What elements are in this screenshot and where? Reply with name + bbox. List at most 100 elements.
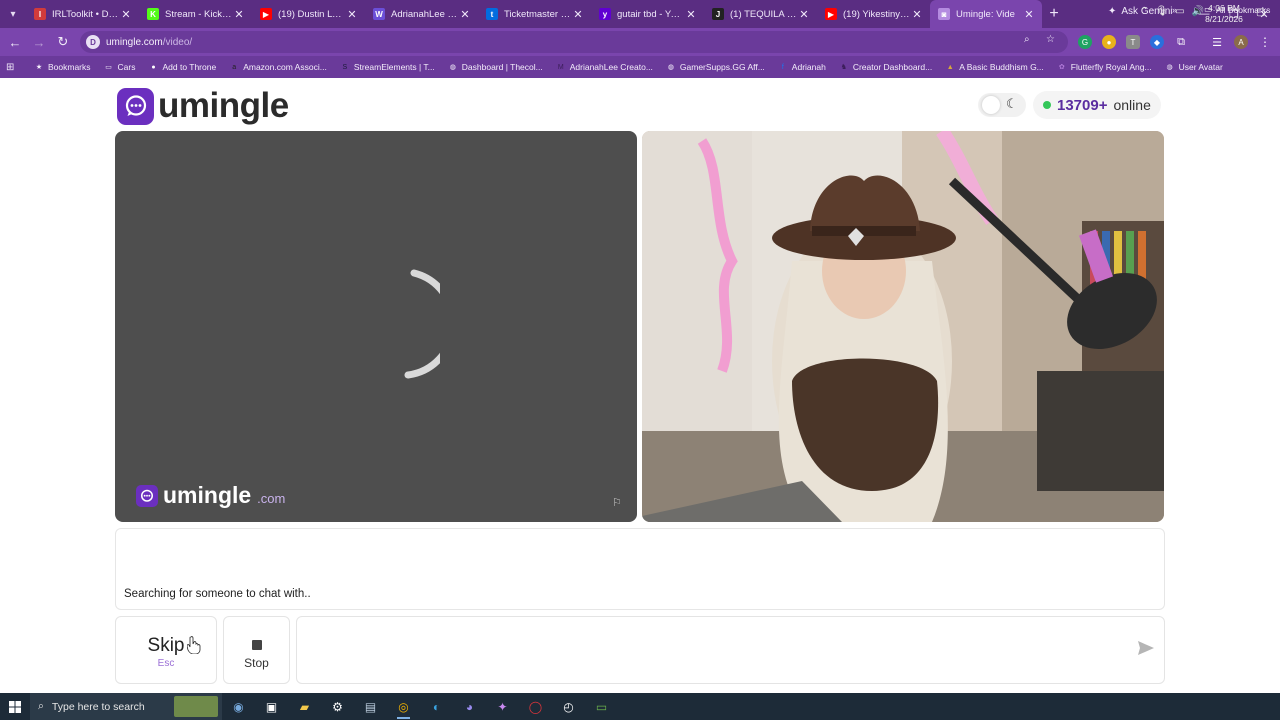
back-arrow-icon[interactable]: ← — [3, 30, 27, 54]
opera-icon[interactable]: ◯ — [519, 693, 552, 720]
bookmark-label: Adrianah — [791, 62, 826, 72]
browser-tab[interactable]: J (1) TEQUILA CHOI✕ — [704, 0, 817, 28]
speed-test-icon[interactable]: ◴ — [552, 693, 585, 720]
watermark-domain: .com — [257, 491, 286, 506]
discord-icon[interactable]: ◕ — [453, 693, 486, 720]
moon-icon: ☾ — [1006, 96, 1018, 111]
bookmark-item[interactable]: ◍ Dashboard | Thecol... — [448, 62, 543, 72]
grammarly-extension-icon[interactable]: G — [1078, 35, 1092, 49]
bookmark-item[interactable]: f Adrianah — [778, 62, 826, 72]
bookmarks-bar: ⊞ ★ Bookmarks ▭ Cars ● Add to Throne a Amazon.c… — [0, 56, 1280, 78]
chrome-taskbar-icon[interactable]: ◎ — [387, 693, 420, 720]
creator-icon: ♞ — [840, 64, 847, 71]
browser-tab[interactable]: y gutair tbd - Yahoo✕ — [591, 0, 704, 28]
windows-start-icon[interactable] — [0, 693, 30, 720]
forward-arrow-icon[interactable]: → — [27, 30, 51, 54]
new-tab-button[interactable]: + — [1042, 5, 1066, 23]
tab-favicon-icon: I — [34, 8, 46, 20]
dark-mode-toggle[interactable]: ☾ — [978, 93, 1026, 117]
windows-taskbar: ⌕ Type here to search ◉ ▣ ▰ ⚙ ▤ ◎ ◐ ◕ ✦ … — [0, 693, 1280, 720]
app-window-icon[interactable]: ▤ — [354, 693, 387, 720]
task-view-icon[interactable]: ▣ — [255, 693, 288, 720]
blue-extension-icon[interactable]: ◆ — [1150, 35, 1164, 49]
star-icon: ★ — [35, 64, 43, 71]
hand-cursor-icon — [187, 636, 201, 654]
bookmark-star-icon[interactable]: ☆ — [1046, 34, 1055, 45]
message-input[interactable] — [307, 639, 1127, 663]
send-icon[interactable] — [1138, 641, 1154, 655]
copilot-pro-icon[interactable]: ✦ — [486, 693, 519, 720]
browser-tab[interactable]: ▶ (19) Dustin Lynch ✕ — [252, 0, 365, 28]
browser-tab[interactable]: W AdrianahLee - Wis✕ — [365, 0, 478, 28]
taskbar-search-placeholder: Type here to search — [51, 700, 145, 713]
skip-button[interactable]: Skip Esc — [115, 616, 217, 684]
tab-close-icon[interactable]: ✕ — [684, 8, 698, 21]
apps-grid-icon[interactable]: ⊞ — [6, 62, 22, 73]
bookmark-item[interactable]: ◍ User Avatar — [1165, 62, 1223, 72]
bookmark-item[interactable]: ♞ Creator Dashboard... — [839, 62, 933, 72]
skip-shortcut-hint: Esc — [157, 658, 175, 669]
watermark-chat-icon — [136, 484, 158, 507]
tab-close-icon[interactable]: ✕ — [232, 8, 246, 21]
throne-icon: ● — [151, 63, 156, 71]
browser-tab[interactable]: ◙ Umingle: Vide ✕ — [930, 0, 1042, 28]
file-explorer-icon[interactable]: ▰ — [288, 693, 321, 720]
url-text: umingle.com/video/ — [106, 37, 192, 48]
tab-close-icon[interactable]: ✕ — [797, 8, 811, 21]
bookmark-item[interactable]: ✿ Flutterfly Royal Ang... — [1057, 62, 1152, 72]
extensions-puzzle-icon[interactable]: ⧉ — [1174, 35, 1188, 49]
tab-close-icon[interactable]: ✕ — [458, 8, 472, 21]
browser-menu-icon[interactable]: ⋮ — [1258, 35, 1272, 49]
site-info-icon[interactable]: D — [86, 35, 100, 49]
taskbar-clock[interactable]: 4:06 PM 8/21/2026 — [1200, 3, 1248, 25]
tab-close-icon[interactable]: ✕ — [345, 8, 359, 21]
settings-gear-icon[interactable]: ⚙ — [321, 693, 354, 720]
bookmark-item[interactable]: ▭ Cars — [104, 62, 135, 72]
terminal-icon[interactable]: ▭ — [585, 693, 618, 720]
tab-close-icon[interactable]: ✕ — [1022, 8, 1036, 21]
tab-close-icon[interactable]: ✕ — [119, 8, 133, 21]
bookmark-item[interactable]: S StreamElements | T... — [340, 62, 434, 72]
umingle-logo[interactable]: umingle — [117, 86, 289, 126]
reload-icon[interactable]: ↻ — [51, 30, 75, 54]
coin-extension-icon[interactable]: ● — [1102, 35, 1116, 49]
tab-close-icon[interactable]: ✕ — [910, 8, 924, 21]
notifications-icon[interactable]: ▢ — [1256, 7, 1265, 18]
bookmark-label: A Basic Buddhism G... — [959, 62, 1044, 72]
report-flag-icon[interactable]: ⚐ — [612, 496, 622, 509]
microphone-icon[interactable]: 🎙 — [1155, 6, 1168, 17]
browser-tab[interactable]: ▶ (19) Yikestiny - Yo✕ — [817, 0, 930, 28]
copilot-icon[interactable]: ◉ — [222, 693, 255, 720]
side-panel-icon[interactable]: ☰ — [1210, 35, 1224, 49]
bookmark-item[interactable]: ▲ A Basic Buddhism G... — [945, 62, 1044, 72]
tab-search-icon[interactable]: ▾ — [0, 0, 26, 28]
address-bar[interactable]: D umingle.com/video/ ⌕ ☆ — [80, 31, 1068, 53]
taskbar-search[interactable]: ⌕ Type here to search — [30, 693, 222, 720]
profile-avatar[interactable]: A — [1234, 35, 1248, 49]
browser-tab[interactable]: t Ticketmaster | Che✕ — [478, 0, 591, 28]
stop-button[interactable]: Stop — [223, 616, 290, 684]
bookmark-label: GamerSupps.GG Aff... — [679, 62, 765, 72]
facebook-icon: f — [781, 63, 784, 71]
bookmark-list: ★ Bookmarks ▭ Cars ● Add to Throne a Amazon.com… — [34, 62, 1236, 72]
browser-tab[interactable]: K Stream - Kick Dash✕ — [139, 0, 252, 28]
search-icon: ⌕ — [38, 700, 44, 712]
mk-icon: M — [557, 63, 564, 71]
edge-icon[interactable]: ◐ — [420, 693, 453, 720]
browser-toolbar: ← → ↻ D umingle.com/video/ ⌕ ☆ G ● T ◆ ⧉… — [0, 28, 1280, 56]
tab-title: (1) TEQUILA CHOI — [730, 8, 797, 20]
bookmark-item[interactable]: ● Add to Throne — [148, 62, 216, 72]
tile-extension-icon[interactable]: T — [1126, 35, 1140, 49]
bookmark-item[interactable]: ★ Bookmarks — [34, 62, 91, 72]
browser-tab[interactable]: I IRLToolkit • Dashb✕ — [26, 0, 139, 28]
tab-favicon-icon: W — [373, 8, 385, 20]
bookmark-item[interactable]: a Amazon.com Associ... — [229, 62, 327, 72]
bookmark-item[interactable]: M AdrianahLee Creato... — [556, 62, 653, 72]
tab-close-icon[interactable]: ✕ — [571, 8, 585, 21]
network-icon[interactable]: ▭ — [1175, 6, 1184, 17]
zoom-icon[interactable]: ⌕ — [1024, 34, 1030, 45]
amazon-icon: a — [232, 63, 237, 71]
tray-chevron-icon[interactable]: ⌃ — [1140, 6, 1148, 17]
bookmark-item[interactable]: ◍ GamerSupps.GG Aff... — [666, 62, 765, 72]
clock-date: 8/21/2026 — [1205, 14, 1243, 24]
